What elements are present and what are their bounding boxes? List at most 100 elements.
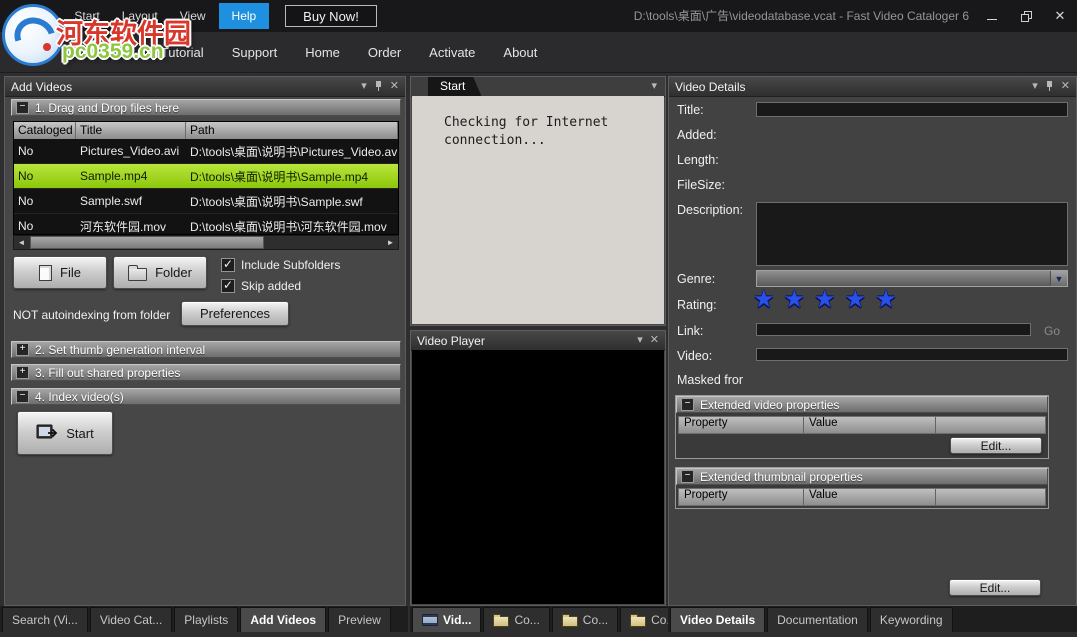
video-details-header: Video Details ▾ ✕ — [669, 77, 1076, 97]
add-folder-button[interactable]: Folder — [113, 256, 207, 289]
section-thumb-interval: + 2. Set thumb generation interval — [11, 341, 401, 358]
checkbox-checked-icon — [221, 279, 235, 293]
section-label: Extended video properties — [700, 398, 839, 412]
star-icon[interactable]: ★ — [814, 288, 836, 312]
genre-label: Genre: — [677, 272, 715, 286]
tab-add-videos[interactable]: Add Videos — [240, 607, 326, 632]
chevron-down-icon[interactable]: ▾ — [637, 335, 643, 346]
tab-video-details[interactable]: Video Details — [670, 607, 765, 632]
go-button[interactable]: Go — [1044, 324, 1060, 338]
menu-catalog[interactable]: Catalog — [0, 0, 63, 32]
tab-video-catalog[interactable]: Video Cat... — [90, 607, 172, 632]
tab-companion-2[interactable]: Co... — [552, 607, 618, 632]
add-videos-panel: Add Videos ▾ ✕ − 1. Drag and Drop files … — [4, 76, 406, 606]
restore-button[interactable] — [1009, 0, 1043, 32]
star-icon[interactable]: ★ — [784, 288, 806, 312]
minimize-button[interactable] — [975, 0, 1009, 32]
edit-video-properties-button[interactable]: Edit... — [950, 437, 1042, 454]
collapse-icon[interactable]: − — [16, 390, 29, 403]
edit-thumbnail-properties-button[interactable]: Edit... — [949, 579, 1041, 596]
masked-from-label: Masked fror — [677, 373, 743, 387]
star-icon[interactable]: ★ — [845, 288, 867, 312]
menu-order[interactable]: Order — [354, 45, 415, 60]
col-value: Value — [804, 489, 936, 505]
tab-playlists[interactable]: Playlists — [174, 607, 238, 632]
filesize-label: FileSize: — [677, 178, 725, 192]
star-icon[interactable]: ★ — [753, 288, 775, 312]
chevron-down-icon[interactable]: ▾ — [361, 81, 367, 92]
tab-video-player[interactable]: Vid... — [412, 607, 481, 632]
include-subfolders-checkbox[interactable]: Include Subfolders — [221, 258, 340, 272]
col-title[interactable]: Title — [76, 122, 186, 139]
link-field[interactable] — [756, 323, 1031, 336]
menu-view[interactable]: View — [169, 0, 217, 32]
menu-about[interactable]: About — [489, 45, 551, 60]
pin-icon[interactable] — [1046, 81, 1054, 92]
section-index-videos: − 4. Index video(s) — [11, 388, 401, 405]
menu-news[interactable]: News — [0, 45, 61, 60]
menu-view-help[interactable]: View Help — [61, 45, 147, 60]
index-video-icon — [36, 424, 58, 442]
skip-added-checkbox[interactable]: Skip added — [221, 279, 301, 293]
title-field[interactable] — [756, 102, 1068, 117]
start-panel: Start ▾ Checking for Internet connection… — [410, 76, 666, 326]
menu-help[interactable]: Help — [219, 3, 270, 29]
horizontal-scrollbar[interactable]: ◄ ► — [13, 235, 399, 250]
tab-documentation[interactable]: Documentation — [767, 607, 868, 632]
tab-search-videos[interactable]: Search (Vi... — [2, 607, 88, 632]
added-label: Added: — [677, 128, 717, 142]
menu-layout[interactable]: Layout — [111, 0, 169, 32]
chevron-down-icon[interactable]: ▾ — [1032, 81, 1038, 92]
collapse-icon[interactable]: − — [16, 101, 29, 114]
tab-preview[interactable]: Preview — [328, 607, 391, 632]
star-icon[interactable]: ★ — [875, 288, 897, 312]
col-cataloged[interactable]: Cataloged — [14, 122, 76, 139]
table-row-selected[interactable]: No Sample.mp4 D:\tools\桌面\说明书\Sample.mp4 — [14, 164, 398, 189]
menu-support[interactable]: Support — [218, 45, 292, 60]
menu-tutorial[interactable]: Tutorial — [147, 45, 218, 60]
close-icon[interactable]: ✕ — [1061, 81, 1070, 92]
video-field[interactable] — [756, 348, 1068, 361]
film-icon — [422, 614, 438, 626]
scrollbar-thumb[interactable] — [30, 236, 264, 249]
start-indexing-button[interactable]: Start — [17, 411, 113, 455]
window-title: D:\tools\桌面\广告\videodatabase.vcat - Fast… — [634, 0, 969, 32]
pin-icon[interactable] — [375, 81, 383, 92]
section-drag-drop: − 1. Drag and Drop files here — [11, 99, 401, 116]
tab-start-page[interactable]: Start — [428, 77, 481, 96]
add-file-button[interactable]: File — [13, 256, 107, 289]
table-row[interactable]: No Pictures_Video.avi D:\tools\桌面\说明书\Pi… — [14, 139, 398, 164]
chevron-down-icon[interactable]: ▾ — [651, 81, 657, 92]
section-label: 3. Fill out shared properties — [35, 366, 180, 380]
rating-label: Rating: — [677, 298, 717, 312]
menu-home[interactable]: Home — [291, 45, 354, 60]
menu-start[interactable]: Start — [63, 0, 110, 32]
checkbox-checked-icon — [221, 258, 235, 272]
tab-keywording[interactable]: Keywording — [870, 607, 953, 632]
panel-title: Video Details — [675, 80, 746, 94]
close-icon[interactable]: ✕ — [650, 335, 659, 346]
collapse-icon[interactable]: − — [681, 398, 694, 411]
properties-header-row: Property Value — [678, 416, 1046, 434]
close-icon[interactable]: ✕ — [390, 81, 399, 92]
collapse-icon[interactable]: − — [681, 470, 694, 483]
expand-icon[interactable]: + — [16, 366, 29, 379]
close-button[interactable]: ✕ — [1043, 0, 1077, 32]
scroll-right-icon[interactable]: ► — [383, 238, 398, 247]
description-field[interactable] — [756, 202, 1068, 266]
secondary-menubar: News View Help Tutorial Support Home Ord… — [0, 32, 1077, 73]
video-player-panel: Video Player ▾ ✕ — [410, 330, 666, 606]
expand-icon[interactable]: + — [16, 343, 29, 356]
scroll-left-icon[interactable]: ◄ — [14, 238, 29, 247]
buy-now-button[interactable]: Buy Now! — [285, 5, 377, 27]
col-path[interactable]: Path — [186, 122, 398, 139]
menu-activate[interactable]: Activate — [415, 45, 489, 60]
panel-title: Video Player — [417, 334, 485, 348]
table-row[interactable]: No Sample.swf D:\tools\桌面\说明书\Sample.swf — [14, 189, 398, 214]
description-label: Description: — [677, 203, 743, 217]
preferences-button[interactable]: Preferences — [181, 301, 289, 326]
section-label: 1. Drag and Drop files here — [35, 101, 179, 115]
tab-companion-1[interactable]: Co... — [483, 607, 549, 632]
genre-dropdown[interactable]: ▼ — [756, 270, 1068, 287]
video-player-screen[interactable] — [412, 350, 664, 604]
